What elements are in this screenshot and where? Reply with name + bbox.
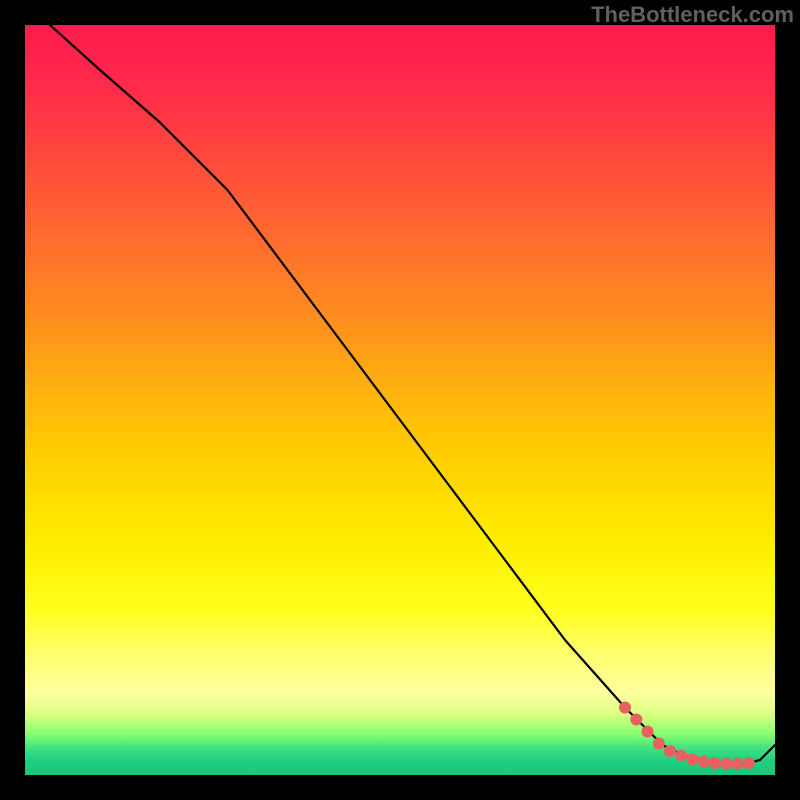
marker-dot (687, 753, 699, 765)
marker-dots (619, 702, 755, 770)
marker-dot (630, 714, 642, 726)
plot-area (25, 25, 775, 775)
marker-dot (664, 745, 676, 757)
marker-dot (720, 758, 732, 770)
marker-dot (675, 750, 687, 762)
marker-dot (698, 756, 710, 768)
chart-frame: TheBottleneck.com (0, 0, 800, 800)
marker-dot (709, 757, 721, 769)
watermark-label: TheBottleneck.com (591, 2, 794, 28)
curve-line (25, 25, 775, 764)
marker-dot (619, 702, 631, 714)
marker-dot (642, 726, 654, 738)
marker-dot (732, 758, 744, 770)
marker-dot (743, 757, 755, 769)
marker-dot (653, 738, 665, 750)
chart-overlay (25, 25, 775, 775)
